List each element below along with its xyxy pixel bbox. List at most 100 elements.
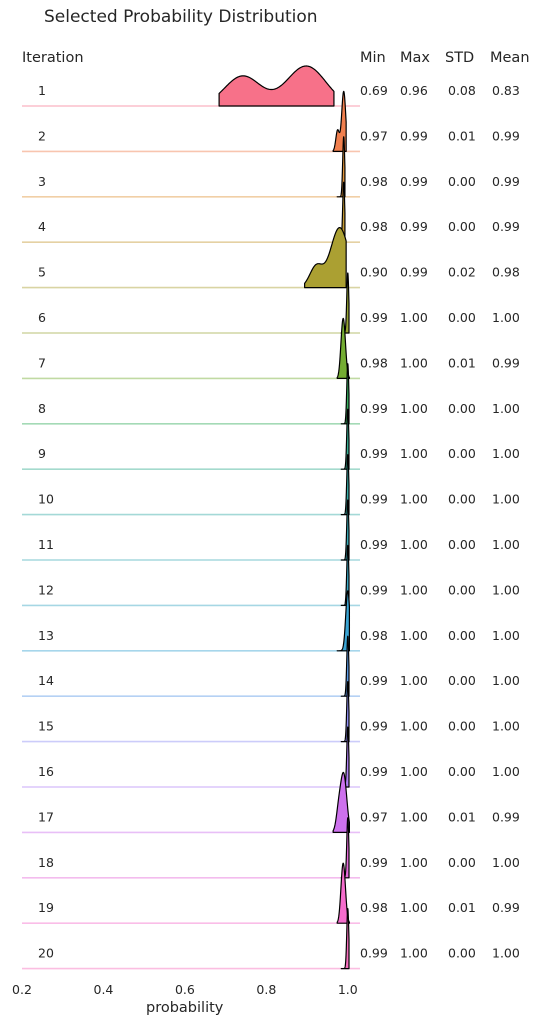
min-value-8: 0.99 [360,401,388,416]
mean-value-6: 1.00 [492,310,520,325]
std-value-7: 0.01 [448,355,476,370]
max-value-11: 1.00 [400,537,428,552]
x-axis-label: probability [146,1000,224,1016]
min-value-6: 0.99 [360,310,388,325]
min-value-7: 0.98 [360,355,388,370]
max-value-17: 1.00 [400,809,428,824]
max-value-15: 1.00 [400,719,428,734]
iteration-label-14: 14 [38,673,54,688]
max-value-6: 1.00 [400,310,428,325]
iteration-label-18: 18 [38,855,54,870]
mean-value-19: 0.99 [492,900,520,915]
std-value-4: 0.00 [448,219,476,234]
max-value-19: 1.00 [400,900,428,915]
iteration-label-1: 1 [38,83,46,98]
mean-value-11: 1.00 [492,537,520,552]
mean-value-16: 1.00 [492,764,520,779]
max-value-10: 1.00 [400,492,428,507]
mean-value-15: 1.00 [492,719,520,734]
mean-value-1: 0.83 [492,83,520,98]
mean-value-8: 1.00 [492,401,520,416]
std-value-12: 0.00 [448,582,476,597]
x-tick-label-0.2: 0.2 [12,982,32,997]
max-value-5: 0.99 [400,265,428,280]
iteration-label-20: 20 [38,946,54,961]
min-value-17: 0.97 [360,809,388,824]
max-value-9: 1.00 [400,446,428,461]
std-value-20: 0.00 [448,946,476,961]
min-value-20: 0.99 [360,946,388,961]
mean-value-13: 1.00 [492,628,520,643]
x-tick-label-1.0: 1.0 [338,982,358,997]
iteration-label-13: 13 [38,628,54,643]
mean-value-12: 1.00 [492,582,520,597]
std-value-5: 0.02 [448,265,476,280]
iteration-label-16: 16 [38,764,54,779]
max-value-20: 1.00 [400,946,428,961]
min-value-10: 0.99 [360,492,388,507]
min-value-11: 0.99 [360,537,388,552]
std-value-15: 0.00 [448,719,476,734]
mean-value-20: 1.00 [492,946,520,961]
max-value-12: 1.00 [400,582,428,597]
min-value-9: 0.99 [360,446,388,461]
mean-value-3: 0.99 [492,174,520,189]
max-value-8: 1.00 [400,401,428,416]
ridgeline-chart: 1 0.69 0.96 0.08 0.832 0.97 0.99 0.01 0.993 0.98 0… [12,65,520,997]
std-value-19: 0.01 [448,900,476,915]
max-value-16: 1.00 [400,764,428,779]
min-value-19: 0.98 [360,900,388,915]
min-value-18: 0.99 [360,855,388,870]
min-value-16: 0.99 [360,764,388,779]
mean-value-10: 1.00 [492,492,520,507]
iteration-label-15: 15 [38,719,54,734]
std-value-14: 0.00 [448,673,476,688]
max-value-1: 0.96 [400,83,428,98]
mean-value-2: 0.99 [492,128,520,143]
iteration-label-19: 19 [38,900,54,915]
min-value-3: 0.98 [360,174,388,189]
density-iteration-1 [218,65,335,107]
iteration-label-11: 11 [38,537,54,552]
max-value-3: 0.99 [400,174,428,189]
mean-value-18: 1.00 [492,855,520,870]
std-value-9: 0.00 [448,446,476,461]
iteration-label-3: 3 [38,174,46,189]
iteration-label-17: 17 [38,809,54,824]
iteration-label-5: 5 [38,265,46,280]
mean-value-7: 0.99 [492,355,520,370]
std-value-16: 0.00 [448,764,476,779]
iteration-label-4: 4 [38,219,46,234]
std-value-10: 0.00 [448,492,476,507]
iteration-label-12: 12 [38,582,54,597]
min-value-12: 0.99 [360,582,388,597]
std-value-13: 0.00 [448,628,476,643]
min-value-2: 0.97 [360,128,388,143]
max-value-2: 0.99 [400,128,428,143]
min-value-15: 0.99 [360,719,388,734]
iteration-label-7: 7 [38,355,46,370]
max-value-13: 1.00 [400,628,428,643]
min-value-5: 0.90 [360,265,388,280]
std-value-6: 0.00 [448,310,476,325]
iteration-label-6: 6 [38,310,46,325]
min-value-4: 0.98 [360,219,388,234]
max-value-4: 0.99 [400,219,428,234]
std-value-2: 0.01 [448,128,476,143]
max-value-14: 1.00 [400,673,428,688]
iteration-label-9: 9 [38,446,46,461]
std-value-18: 0.00 [448,855,476,870]
iteration-label-2: 2 [38,128,46,143]
mean-value-4: 0.99 [492,219,520,234]
max-value-18: 1.00 [400,855,428,870]
std-value-8: 0.00 [448,401,476,416]
min-value-14: 0.99 [360,673,388,688]
mean-value-5: 0.98 [492,265,520,280]
iteration-label-10: 10 [38,492,54,507]
x-tick-label-0.8: 0.8 [256,982,276,997]
max-value-7: 1.00 [400,355,428,370]
mean-value-17: 0.99 [492,809,520,824]
std-value-17: 0.01 [448,809,476,824]
std-value-11: 0.00 [448,537,476,552]
density-iteration-5 [304,227,347,289]
